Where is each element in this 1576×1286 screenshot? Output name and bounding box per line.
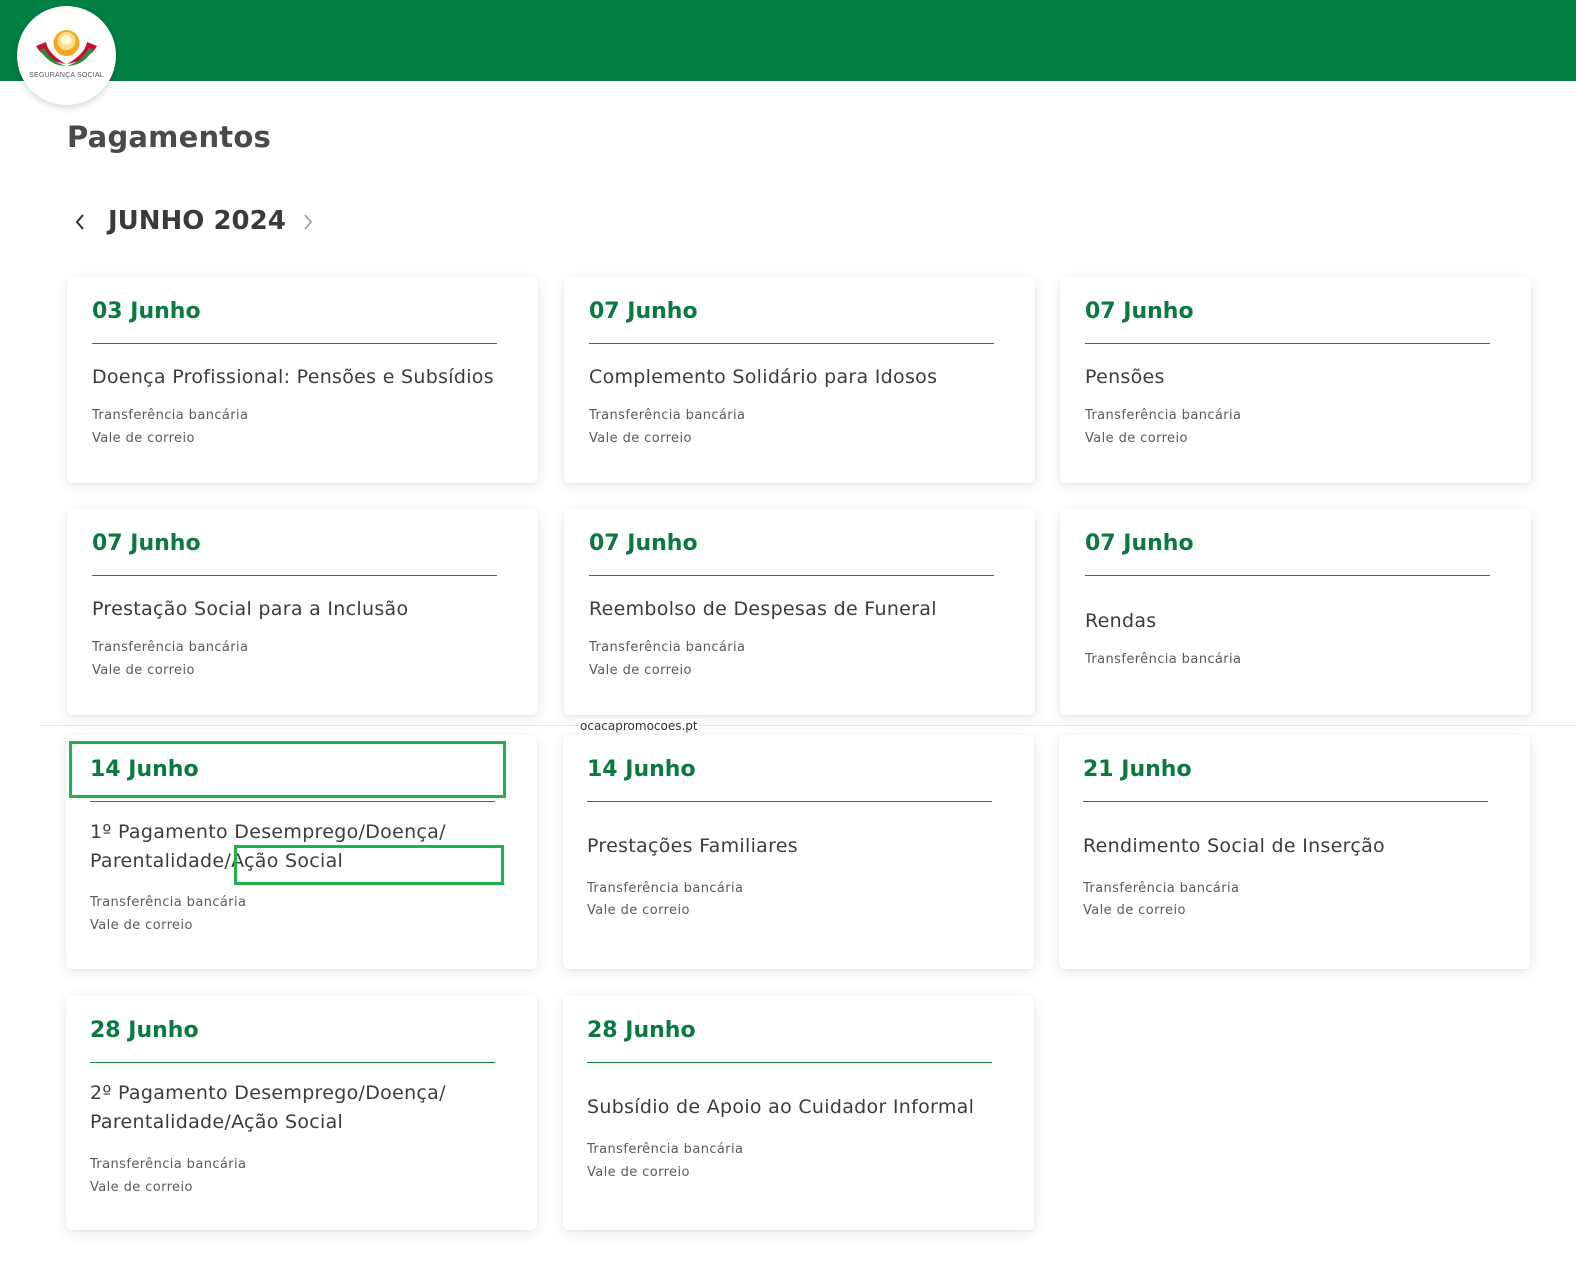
payment-date: 07 Junho <box>589 299 698 324</box>
payment-method: Transferência bancária <box>92 408 249 423</box>
chevron-left-icon <box>75 214 84 230</box>
payment-date: 14 Junho <box>587 757 696 782</box>
payment-title: Subsídio de Apoio ao Cuidador Informal <box>587 1096 975 1118</box>
payment-card[interactable]: 14 Junho 1º Pagamento Desemprego/Doença/… <box>66 735 537 969</box>
payment-method: Transferência bancária <box>92 640 249 655</box>
divider <box>1085 575 1490 576</box>
payment-card[interactable]: 07 Junho Prestação Social para a Inclusã… <box>67 509 538 715</box>
payment-method: Transferência bancária <box>589 408 746 423</box>
payment-method: Transferência bancária <box>1083 881 1240 896</box>
payment-title: 2º Pagamento Desemprego/Doença/ Parental… <box>90 1082 446 1133</box>
payment-card[interactable]: 07 Junho Pensões Transferência bancária … <box>1060 277 1531 483</box>
payment-date: 21 Junho <box>1083 757 1192 782</box>
payment-card[interactable]: 07 Junho Rendas Transferência bancária <box>1060 509 1531 715</box>
divider <box>587 1062 992 1063</box>
watermark-line <box>40 725 1576 726</box>
divider <box>587 801 992 802</box>
payment-card[interactable]: 14 Junho Prestações Familiares Transferê… <box>563 735 1034 969</box>
payment-title: Complemento Solidário para Idosos <box>589 366 938 388</box>
payment-method: Vale de correio <box>589 431 692 446</box>
divider <box>92 343 497 344</box>
payment-method: Vale de correio <box>589 663 692 678</box>
payment-title: Doença Profissional: Pensões e Subsídios <box>92 366 494 388</box>
payment-card[interactable]: 21 Junho Rendimento Social de Inserção T… <box>1059 735 1530 969</box>
payment-method: Transferência bancária <box>589 640 746 655</box>
logo-text: SEGURANÇA SOCIAL <box>29 72 104 79</box>
logo[interactable]: SEGURANÇA SOCIAL <box>17 6 116 105</box>
payment-date: 07 Junho <box>589 531 698 556</box>
payment-date: 14 Junho <box>90 757 199 782</box>
payment-method: Vale de correio <box>92 431 195 446</box>
payment-title: 1º Pagamento Desemprego/Doença/ Parental… <box>90 821 446 872</box>
payment-method: Vale de correio <box>1085 431 1188 446</box>
payment-card[interactable]: 28 Junho 2º Pagamento Desemprego/Doença/… <box>66 996 537 1230</box>
payment-method: Transferência bancária <box>90 895 247 910</box>
payment-title: Pensões <box>1085 366 1165 388</box>
payment-title: Rendimento Social de Inserção <box>1083 835 1385 857</box>
payment-title: Prestações Familiares <box>587 835 798 857</box>
top-bar <box>0 0 1576 81</box>
payment-title: Reembolso de Despesas de Funeral <box>589 598 937 620</box>
payment-date: 28 Junho <box>90 1018 199 1043</box>
payment-date: 07 Junho <box>1085 531 1194 556</box>
payment-method: Vale de correio <box>587 903 690 918</box>
payment-card[interactable]: 28 Junho Subsídio de Apoio ao Cuidador I… <box>563 996 1034 1230</box>
payment-date: 28 Junho <box>587 1018 696 1043</box>
payment-title: Prestação Social para a Inclusão <box>92 598 409 620</box>
payment-method: Vale de correio <box>1083 903 1186 918</box>
payment-method: Transferência bancária <box>587 1142 744 1157</box>
divider <box>90 1062 495 1063</box>
payment-method: Vale de correio <box>92 663 195 678</box>
payment-title: Rendas <box>1085 610 1157 632</box>
chevron-right-icon <box>304 214 313 230</box>
current-month-label: JUNHO 2024 <box>108 206 286 236</box>
seguranca-social-logo-icon <box>36 30 97 66</box>
payment-method: Transferência bancária <box>90 1157 247 1172</box>
payment-date: 07 Junho <box>92 531 201 556</box>
payment-method: Vale de correio <box>90 1180 193 1195</box>
divider <box>589 575 994 576</box>
payment-card[interactable]: 03 Junho Doença Profissional: Pensões e … <box>67 277 538 483</box>
divider <box>1083 801 1488 802</box>
payment-method: Transferência bancária <box>1085 408 1242 423</box>
previous-month-button[interactable] <box>67 209 93 235</box>
payment-date: 03 Junho <box>92 299 201 324</box>
payment-method: Vale de correio <box>587 1165 690 1180</box>
divider <box>92 575 497 576</box>
next-month-button[interactable] <box>295 209 321 235</box>
payment-method: Vale de correio <box>90 918 193 933</box>
payment-card[interactable]: 07 Junho Complemento Solidário para Idos… <box>564 277 1035 483</box>
payment-method: Transferência bancária <box>1085 652 1242 667</box>
divider <box>90 801 495 802</box>
divider <box>1085 343 1490 344</box>
payment-card[interactable]: 07 Junho Reembolso de Despesas de Funera… <box>564 509 1035 715</box>
payment-method: Transferência bancária <box>587 881 744 896</box>
payment-date: 07 Junho <box>1085 299 1194 324</box>
divider <box>589 343 994 344</box>
page-title: Pagamentos <box>67 120 271 154</box>
watermark: ocacapromocoes.pt <box>579 719 699 733</box>
